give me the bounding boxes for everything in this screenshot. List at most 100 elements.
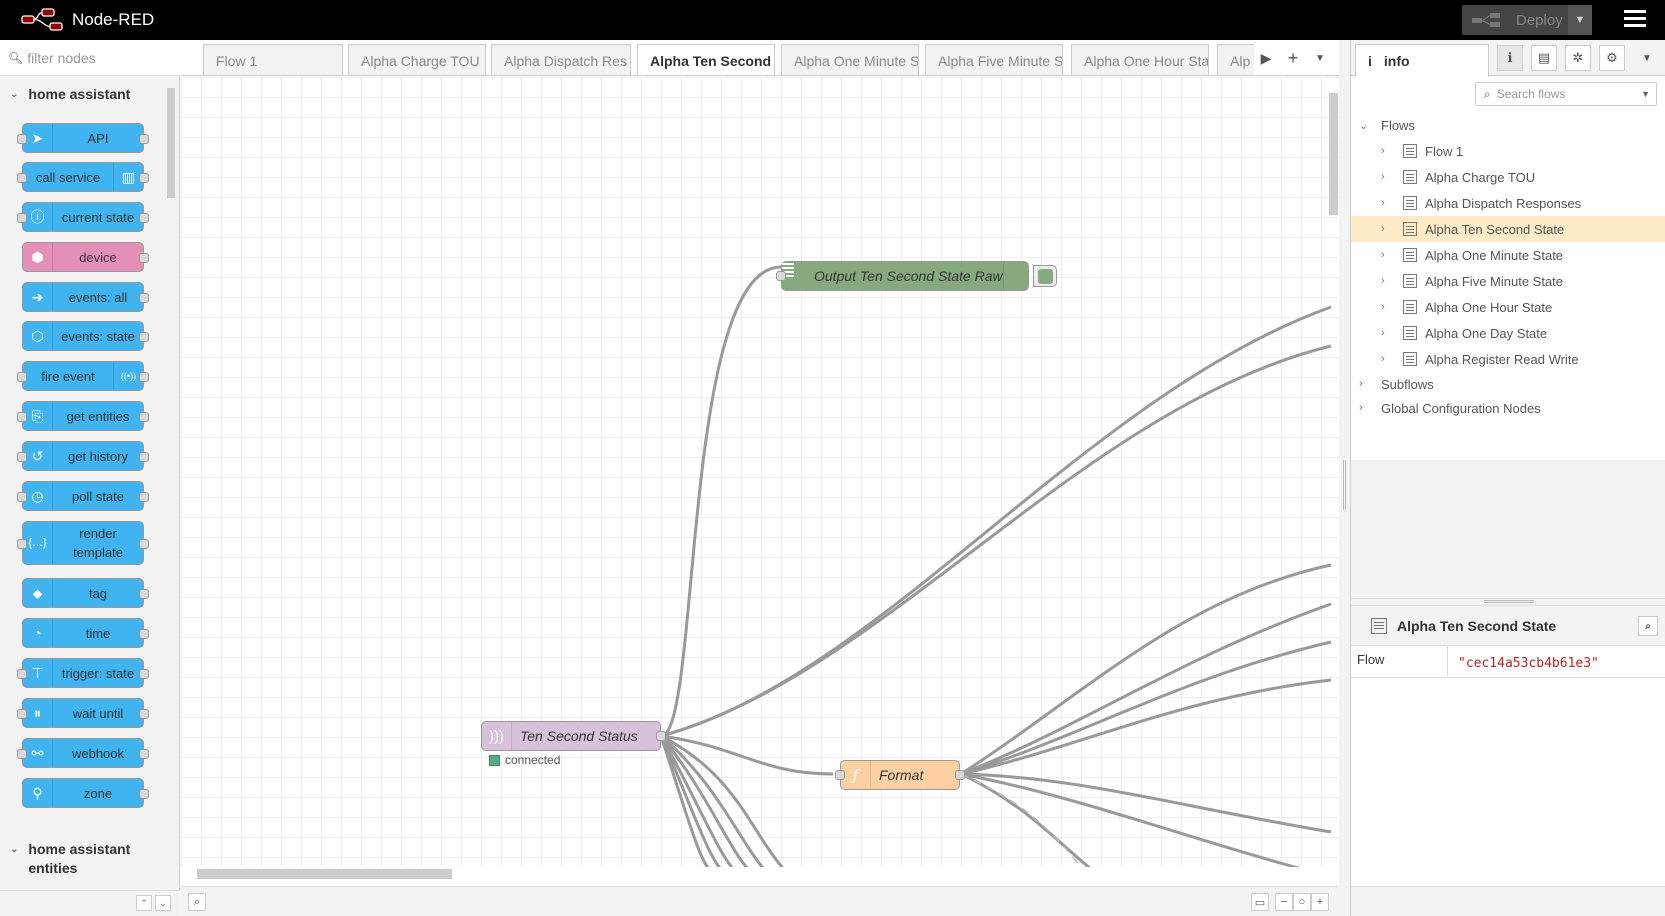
tab-flow[interactable]: Alpha Dispatch Res [491,44,631,75]
palette-scrollbar[interactable] [166,80,176,852]
palette-node[interactable]: call service ▥ [17,162,149,192]
sidebar-tab-info[interactable]: i info [1355,44,1489,77]
tab-flow[interactable]: Flow 1 [203,44,343,75]
palette-node[interactable]: ⊤ trigger: state [17,658,149,688]
chevron-right-icon[interactable]: › [1381,171,1393,183]
output-port[interactable] [139,372,149,382]
navigator-button[interactable]: ▭ [1251,893,1269,911]
palette-node[interactable]: ◔ time [22,618,149,648]
tab-flow[interactable]: Alpha Ten Second [637,44,775,75]
output-port[interactable] [139,134,149,144]
output-port[interactable] [139,332,149,342]
chevron-right-icon[interactable]: › [1381,249,1393,261]
show-in-workspace-button[interactable]: ⌕ [1638,616,1658,636]
sidebar-menu-caret-icon[interactable]: ▼ [1637,48,1657,68]
search-flows-input[interactable]: ⌕ Search flows ▼ [1475,82,1657,106]
palette-filter-input[interactable]: 🔍︎ filter nodes [0,40,180,76]
tree-item-flow[interactable]: › Alpha One Hour State [1351,294,1665,320]
debug-toggle-button[interactable] [1033,265,1057,287]
chevron-right-icon[interactable]: › [1381,197,1393,209]
debug-node-output[interactable]: Output Ten Second State Raw [776,261,1029,291]
output-port[interactable] [955,770,965,780]
tree-group-global-config[interactable]: › Global Configuration Nodes [1351,395,1665,421]
palette-node[interactable]: ◷ poll state [17,481,149,511]
tree-group-subflows[interactable]: › Subflows [1351,371,1665,397]
input-port[interactable] [17,492,27,502]
output-port[interactable] [139,293,149,303]
tree-item-flow[interactable]: › Flow 1 [1351,138,1665,164]
canvas-vertical-scrollbar[interactable] [1327,81,1339,867]
input-port[interactable] [835,770,845,780]
tree-item-flow[interactable]: › Alpha Dispatch Responses [1351,190,1665,216]
output-port[interactable] [139,412,149,422]
palette-node[interactable]: ⏸ wait until [17,698,149,728]
function-node-format[interactable]: ƒ Format [835,760,965,790]
input-port[interactable] [17,452,27,462]
flow-list-caret-icon[interactable]: ▼ [1310,48,1330,68]
tree-item-flow[interactable]: › Alpha Charge TOU [1351,164,1665,190]
canvas-horizontal-scrollbar[interactable] [181,867,1327,879]
palette-node[interactable]: ⎘ get entities [17,401,149,431]
palette-node[interactable]: ➔ events: all [22,282,149,312]
tree-item-flow[interactable]: › Alpha Register Read Write [1351,346,1665,372]
tree-item-flow[interactable]: › Alpha Ten Second State [1351,216,1665,242]
output-port[interactable] [139,173,149,183]
expand-all-button[interactable]: ⌄ [155,895,171,911]
palette-node[interactable]: ↺ get history [17,441,149,471]
ha-input-node-ten-second-status[interactable]: ))) Ten Second Status [481,721,666,751]
tree-item-flow[interactable]: › Alpha One Day State [1351,320,1665,346]
collapse-all-button[interactable]: ⌃ [136,895,152,911]
input-port[interactable] [17,173,27,183]
sidebar-splitter[interactable] [1351,598,1665,606]
chevron-right-icon[interactable]: › [1381,275,1393,287]
output-port[interactable] [139,589,149,599]
tree-item-flow[interactable]: › Alpha One Minute State [1351,242,1665,268]
output-port[interactable] [139,709,149,719]
zoom-out-button[interactable]: − [1275,893,1293,911]
sidebar-debug-button[interactable]: ✲ [1565,45,1591,71]
tree-group-flows[interactable]: ⌄ Flows [1351,112,1665,138]
sidebar-config-button[interactable]: ⚙ [1599,45,1625,71]
input-port[interactable] [17,372,27,382]
deploy-dropdown-button[interactable]: ▼ [1568,5,1592,35]
sidebar-info-button[interactable]: ℹ [1497,45,1523,71]
output-port[interactable] [139,789,149,799]
palette-node[interactable]: ⬥ tag [22,578,149,608]
input-port[interactable] [17,669,27,679]
search-button[interactable]: ⌕ [188,893,206,911]
output-port[interactable] [139,253,149,263]
palette-node[interactable]: ⬡ events: state [22,321,149,351]
tab-flow[interactable]: Alpha One Hour Sta [1071,44,1209,75]
output-port[interactable] [139,629,149,639]
input-port[interactable] [776,271,786,281]
tree-item-flow[interactable]: › Alpha Five Minute State [1351,268,1665,294]
input-port[interactable] [17,412,27,422]
output-port[interactable] [139,452,149,462]
main-menu-icon[interactable] [1624,10,1646,30]
workspace-canvas[interactable]: Output Ten Second State Raw ))) Ten Seco… [181,77,1339,867]
input-port[interactable] [17,749,27,759]
sidebar-separator[interactable] [1339,40,1350,916]
palette-node[interactable]: {…} render template [17,521,149,565]
input-port[interactable] [17,539,27,549]
input-port[interactable] [17,709,27,719]
zoom-in-button[interactable]: + [1311,893,1329,911]
palette-category-home-assistant-entities[interactable]: ⌄ home assistant entities [0,836,164,876]
chevron-right-icon[interactable]: › [1381,327,1393,339]
output-port[interactable] [139,669,149,679]
input-port[interactable] [17,134,27,144]
zoom-reset-button[interactable]: ○ [1293,893,1311,911]
output-port[interactable] [139,492,149,502]
chevron-right-icon[interactable]: › [1381,223,1393,235]
output-port[interactable] [656,731,666,741]
tab-flow[interactable]: Alpha Five Minute S [925,44,1063,75]
palette-node[interactable]: ⚯ webhook [17,738,149,768]
sidebar-help-button[interactable]: ▤ [1531,45,1557,71]
tab-scroll-right-icon[interactable]: ▶ [1256,48,1276,68]
palette-node[interactable]: ➤ API [17,123,149,153]
palette-node[interactable]: ⬢ device [22,242,149,272]
tab-flow[interactable]: Alpha One Minute S [781,44,919,75]
add-flow-icon[interactable]: + [1283,48,1303,68]
palette-node[interactable]: ⚲ zone [22,778,149,808]
tab-flow[interactable]: Alpha Charge TOU [348,44,486,75]
